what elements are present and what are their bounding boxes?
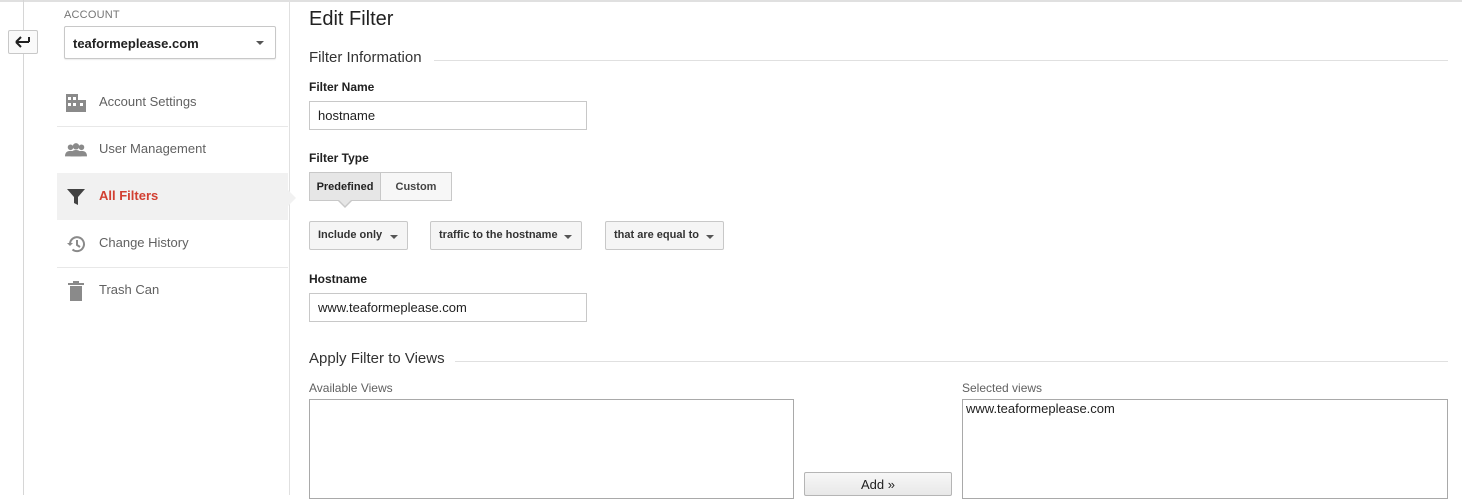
source-dropdown[interactable]: traffic to the hostname <box>430 221 582 250</box>
add-button-label: Add » <box>861 476 895 492</box>
chevron-down-icon <box>564 235 572 239</box>
filter-icon <box>65 186 87 208</box>
filter-name-value: hostname <box>318 108 376 123</box>
account-label: ACCOUNT <box>64 9 120 21</box>
sidebar-item-user-management[interactable]: User Management <box>57 126 288 174</box>
account-selected-value: teaformeplease.com <box>73 36 199 51</box>
section-divider <box>455 361 1448 362</box>
available-views-list[interactable] <box>309 399 794 499</box>
include-exclude-dropdown[interactable]: Include only <box>309 221 408 250</box>
available-views-label: Available Views <box>309 381 393 395</box>
history-icon <box>65 233 87 255</box>
predefined-label: Predefined <box>316 180 374 193</box>
edit-filter-panel: Edit Filter Filter Information Filter Na… <box>309 0 1449 499</box>
trash-icon <box>65 280 87 302</box>
apply-filter-views-heading: Apply Filter to Views <box>309 350 445 367</box>
back-arrow-icon <box>15 36 30 48</box>
admin-sidebar: ACCOUNT teaformeplease.com Account Setti… <box>57 0 290 495</box>
hostname-value: www.teaformeplease.com <box>318 300 467 315</box>
chevron-down-icon <box>706 235 714 239</box>
chevron-down-icon <box>256 41 264 45</box>
list-item[interactable]: www.teaformeplease.com <box>963 400 1447 417</box>
sidebar-item-account-settings[interactable]: Account Settings <box>57 79 288 127</box>
sidebar-item-label: User Management <box>99 141 206 156</box>
filter-type-predefined-button[interactable]: Predefined <box>309 172 381 201</box>
hostname-label: Hostname <box>309 272 368 286</box>
selected-views-label: Selected views <box>962 381 1043 395</box>
sidebar-item-label: Trash Can <box>99 282 160 297</box>
dropdown-value: Include only <box>318 229 383 241</box>
filter-name-label: Filter Name <box>309 80 375 94</box>
custom-label: Custom <box>395 180 437 193</box>
filter-type-custom-button[interactable]: Custom <box>380 172 452 201</box>
navigation-rail <box>23 0 24 495</box>
active-item-pointer <box>288 190 296 206</box>
sidebar-item-change-history[interactable]: Change History <box>57 220 288 268</box>
chevron-down-icon <box>390 235 398 239</box>
expression-dropdown[interactable]: that are equal to <box>605 221 724 250</box>
dropdown-value: that are equal to <box>614 229 699 241</box>
building-icon <box>65 92 87 114</box>
people-icon <box>65 139 87 161</box>
sidebar-item-label: Change History <box>99 235 189 250</box>
dropdown-value: traffic to the hostname <box>439 229 558 241</box>
sidebar-item-all-filters[interactable]: All Filters <box>57 173 288 220</box>
sidebar-item-label: All Filters <box>99 188 159 203</box>
page-title: Edit Filter <box>309 8 394 30</box>
sidebar-item-trash-can[interactable]: Trash Can <box>57 267 288 314</box>
account-selector[interactable]: teaformeplease.com <box>64 26 276 59</box>
add-view-button[interactable]: Add » <box>804 472 952 496</box>
filter-information-heading: Filter Information <box>309 49 422 66</box>
filter-name-input[interactable]: hostname <box>309 101 587 130</box>
filter-type-label: Filter Type <box>309 151 369 165</box>
section-divider <box>434 60 1448 61</box>
sidebar-item-label: Account Settings <box>99 94 197 109</box>
back-button[interactable] <box>8 30 38 54</box>
selection-pointer-fill <box>339 200 351 206</box>
selected-views-list[interactable]: www.teaformeplease.com <box>962 399 1448 499</box>
hostname-input[interactable]: www.teaformeplease.com <box>309 293 587 322</box>
